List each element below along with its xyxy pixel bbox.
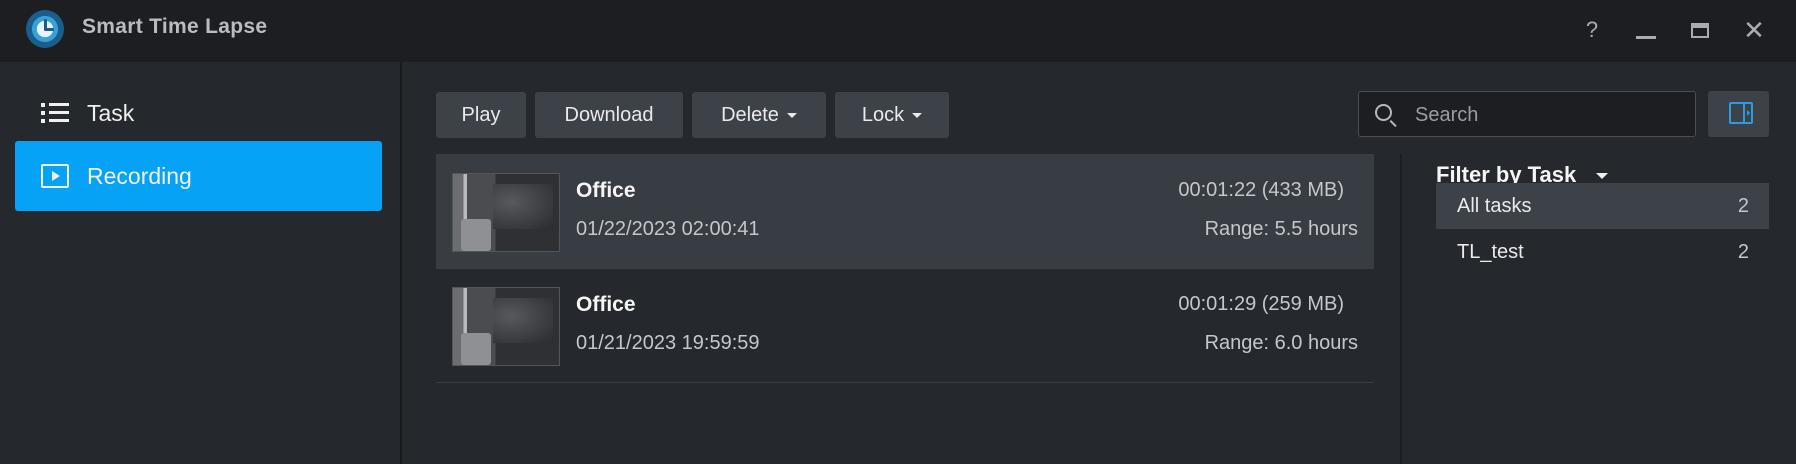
recording-name: Office bbox=[576, 179, 636, 202]
filter-item-count: 2 bbox=[1737, 240, 1749, 263]
app-logo-icon bbox=[26, 10, 64, 48]
minimize-icon bbox=[1636, 35, 1656, 39]
recording-thumbnail bbox=[452, 173, 560, 252]
help-button[interactable]: ? bbox=[1572, 10, 1612, 50]
list-icon bbox=[41, 101, 69, 125]
delete-dropdown-button[interactable]: Delete bbox=[692, 92, 826, 138]
recording-range: Range: 6.0 hours bbox=[1204, 332, 1358, 354]
filter-item-label: TL_test bbox=[1457, 240, 1524, 263]
lock-button-label: Lock bbox=[861, 103, 905, 126]
list-item[interactable]: Office 01/21/2023 19:59:59 00:01:29 (259… bbox=[436, 269, 1374, 383]
recording-list: Office 01/22/2023 02:00:41 00:01:22 (433… bbox=[436, 154, 1374, 383]
caret-down-icon bbox=[786, 112, 797, 118]
recording-range: Range: 5.5 hours bbox=[1204, 218, 1358, 240]
list-item[interactable]: Office 01/22/2023 02:00:41 00:01:22 (433… bbox=[436, 154, 1374, 269]
side-panel-icon bbox=[1729, 102, 1753, 124]
play-button-label: Play bbox=[461, 103, 501, 126]
search-box bbox=[1358, 91, 1696, 137]
main-content: Play Download Delete Lock Office 01/22/2… bbox=[402, 62, 1796, 464]
play-box-icon bbox=[41, 164, 69, 188]
filter-item-tl-test[interactable]: TL_test 2 bbox=[1436, 229, 1769, 275]
download-button[interactable]: Download bbox=[535, 92, 683, 138]
search-icon bbox=[1375, 104, 1392, 121]
filter-item-all-tasks[interactable]: All tasks 2 bbox=[1436, 183, 1769, 229]
title-bar: Smart Time Lapse ? ✕ bbox=[0, 0, 1796, 62]
close-button[interactable]: ✕ bbox=[1734, 10, 1774, 50]
minimize-button[interactable] bbox=[1626, 10, 1666, 50]
recording-date: 01/21/2023 19:59:59 bbox=[576, 332, 760, 354]
recording-duration: 00:01:22 (433 MB) bbox=[1178, 179, 1344, 201]
recording-name: Office bbox=[576, 293, 636, 316]
play-button[interactable]: Play bbox=[436, 92, 526, 138]
sidebar: Task Recording bbox=[0, 62, 400, 464]
maximize-icon bbox=[1691, 22, 1709, 38]
caret-down-icon bbox=[1596, 173, 1609, 180]
lock-dropdown-button[interactable]: Lock bbox=[835, 92, 949, 138]
recording-date: 01/22/2023 02:00:41 bbox=[576, 218, 760, 240]
sidebar-item-task[interactable]: Task bbox=[15, 78, 382, 148]
recording-duration: 00:01:29 (259 MB) bbox=[1178, 293, 1344, 315]
search-input[interactable] bbox=[1413, 100, 1687, 130]
sidebar-item-label: Task bbox=[87, 99, 135, 126]
maximize-button[interactable] bbox=[1680, 10, 1720, 50]
filter-item-count: 2 bbox=[1737, 194, 1749, 217]
filter-item-label: All tasks bbox=[1457, 194, 1532, 217]
recording-thumbnail bbox=[452, 287, 560, 366]
filter-divider bbox=[1400, 154, 1402, 464]
app-title: Smart Time Lapse bbox=[82, 15, 268, 38]
caret-down-icon bbox=[912, 112, 923, 118]
download-button-label: Download bbox=[564, 103, 654, 126]
sidebar-item-recording[interactable]: Recording bbox=[15, 141, 382, 211]
sidebar-item-label: Recording bbox=[87, 162, 192, 189]
delete-button-label: Delete bbox=[721, 103, 779, 126]
panel-toggle-button[interactable] bbox=[1708, 91, 1769, 137]
